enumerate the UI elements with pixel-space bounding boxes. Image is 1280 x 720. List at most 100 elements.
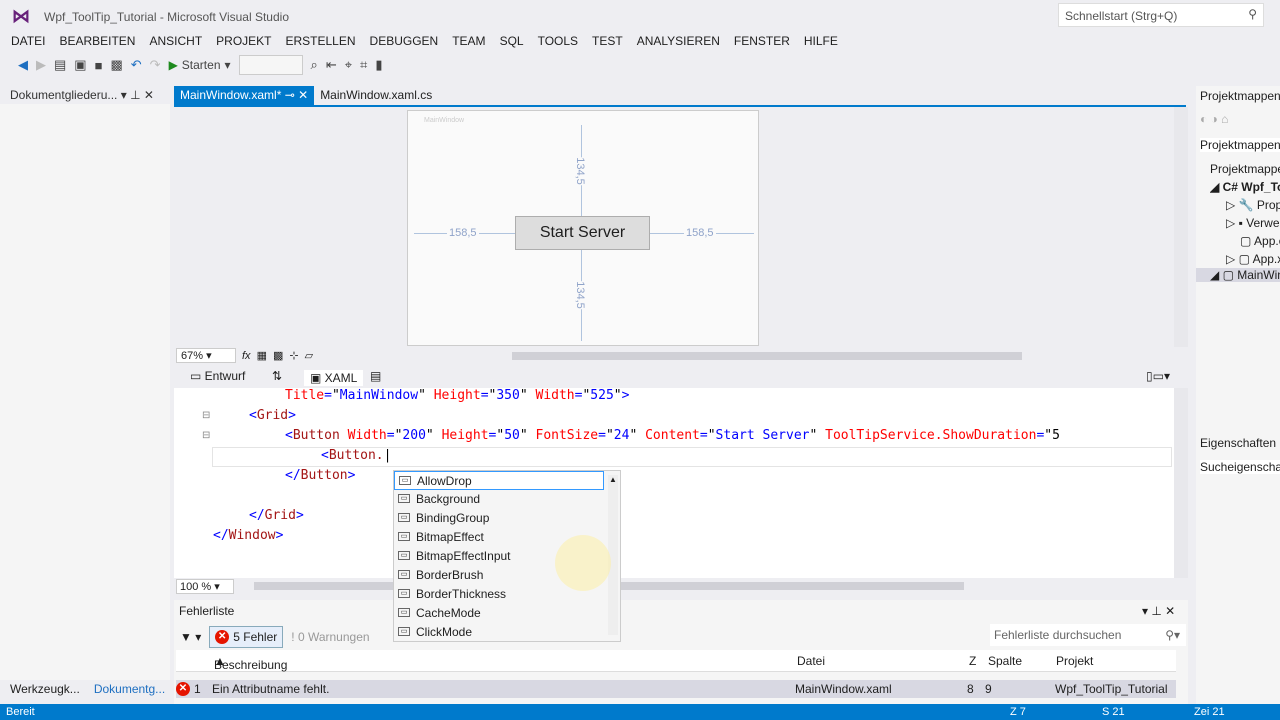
tab-document-outline[interactable]: Dokumentg... [94, 682, 165, 696]
design-surface[interactable]: MainWindow 158,5 158,5 134,5 134,5 Start… [174, 107, 1188, 347]
col-spalte[interactable]: Spalte [988, 654, 1022, 668]
col-beschreibung[interactable]: Beschreibung ▲ [214, 654, 287, 672]
fx-icon[interactable]: fx [242, 350, 251, 362]
document-outline-header: Dokumentgliederu... ▾ ⊥ ✕ [10, 88, 154, 102]
menu-datei[interactable]: DATEI [4, 32, 52, 50]
pin-icon[interactable]: ⊥ [130, 88, 140, 102]
code-line: </Grid> [249, 508, 304, 523]
error-row[interactable]: ✕ 1 Ein Attributname fehlt. MainWindow.x… [176, 680, 1176, 698]
menu-debuggen[interactable]: DEBUGGEN [363, 32, 446, 50]
filter-icon[interactable]: ▼ ▾ [180, 630, 201, 644]
tab-mainwindow-xaml-cs[interactable]: MainWindow.xaml.cs [314, 86, 438, 106]
designer-zoom-dropdown[interactable]: 67% ▾ [176, 348, 236, 363]
completion-item[interactable]: ▭ Background [394, 490, 620, 509]
swap-panes-icon[interactable]: ⇅ [272, 369, 282, 383]
completion-item[interactable]: ▭ CacheMode [394, 604, 620, 623]
error-list-search[interactable]: Fehlerliste durchsuchen ⚲▾ [990, 624, 1186, 646]
find-icon[interactable]: ⌕ [311, 57, 318, 73]
close-icon[interactable]: ✕ [144, 88, 154, 102]
annotation-icon[interactable]: ▱ [305, 349, 313, 362]
new-project-icon[interactable]: ▤ [54, 57, 66, 73]
menu-projekt[interactable]: PROJEKT [209, 32, 278, 50]
start-server-button-preview[interactable]: Start Server [515, 216, 650, 250]
tree-item-selected[interactable]: ◢ ▢ MainWindow.xaml [1196, 268, 1280, 282]
tab-xaml[interactable]: ▣ XAML [304, 370, 364, 386]
property-icon: ▭ [398, 589, 410, 598]
completion-item[interactable]: ▭ AllowDrop [394, 471, 604, 490]
tree-item[interactable]: ▷ ▢ App.xaml [1226, 252, 1280, 266]
save-all-icon[interactable]: ▩ [110, 57, 122, 73]
uncomment-icon[interactable]: ⌗ [360, 57, 367, 73]
pin-icon[interactable]: ⊸ [285, 88, 295, 102]
menu-analysieren[interactable]: ANALYSIEREN [630, 32, 727, 50]
left-bottom-tabs: Werkzeugk... Dokumentg... [10, 682, 165, 696]
window-title: Wpf_ToolTip_Tutorial - Microsoft Visual … [44, 10, 289, 24]
quick-launch-input[interactable]: Schnellstart (Strg+Q) ⚲ [1058, 3, 1264, 27]
column-label: Beschreibung [214, 658, 288, 672]
tree-item[interactable]: Projektmappe [1210, 162, 1280, 176]
tab-label: MainWindow.xaml.cs [320, 88, 433, 102]
solution-explorer-search[interactable]: Projektmappen-Explorer durchsuchen [1200, 138, 1280, 152]
tree-label: MainWindow.xaml [1237, 268, 1280, 282]
designer-vertical-scrollbar[interactable] [1174, 107, 1188, 347]
editor-zoom-dropdown[interactable]: 100 % ▾ [176, 579, 234, 594]
errors-filter-button[interactable]: ✕ 5 Fehler [209, 626, 284, 648]
property-icon: ▭ [398, 627, 410, 636]
editor-vertical-scrollbar[interactable] [1174, 388, 1188, 578]
menu-bearbeiten[interactable]: BEARBEITEN [52, 32, 142, 50]
zoom-value: 67% [181, 350, 204, 362]
xaml-editor[interactable]: Title="MainWindow" Height="350" Width="5… [174, 388, 1188, 578]
tab-entwurf[interactable]: ▭ Entwurf [190, 369, 245, 383]
error-list-header: Beschreibung ▲ Datei Z Spalte Projekt [176, 650, 1176, 672]
redo-icon[interactable]: ↷ [150, 57, 161, 73]
menu-fenster[interactable]: FENSTER [727, 32, 797, 50]
tab-mainwindow-xaml[interactable]: MainWindow.xaml* ⊸ ✕ [174, 86, 315, 106]
tree-item[interactable]: ◢ C# Wpf_ToolTip_Tutorial [1210, 180, 1280, 194]
snap-lines-icon[interactable]: ⊹ [289, 349, 298, 362]
close-icon[interactable]: ✕ [298, 88, 308, 102]
warnings-filter-button[interactable]: ! 0 Warnungen [291, 630, 369, 644]
error-list-window-controls[interactable]: ▾ ⊥ ✕ [1142, 604, 1175, 618]
tree-item[interactable]: ▷ 🔧 Properties [1226, 198, 1280, 212]
properties-search[interactable]: Sucheigenschaften [1200, 460, 1280, 474]
menu-bar: DATEI BEARBEITEN ANSICHT PROJEKT ERSTELL… [4, 32, 845, 50]
menu-erstellen[interactable]: ERSTELLEN [279, 32, 363, 50]
menu-hilfe[interactable]: HILFE [797, 32, 845, 50]
forward-icon[interactable]: ▶ [36, 57, 46, 73]
completion-label: Background [416, 492, 481, 506]
status-line: Z 7 [1010, 706, 1026, 718]
col-projekt[interactable]: Projekt [1056, 654, 1093, 668]
tab-toolbox[interactable]: Werkzeugk... [10, 682, 80, 696]
open-icon[interactable]: ▣ [74, 57, 86, 73]
code-line: <Grid> [249, 408, 296, 423]
snap-grid-icon[interactable]: ▩ [273, 349, 283, 362]
zoom-value: 100 % [180, 581, 212, 593]
collapse-icon[interactable]: ⊟ [202, 430, 210, 441]
grid-icon[interactable]: ▦ [257, 349, 267, 362]
tree-item[interactable]: ▢ App.config [1240, 234, 1280, 248]
tab-label: Entwurf [204, 369, 246, 383]
menu-sql[interactable]: SQL [493, 32, 531, 50]
undo-icon[interactable]: ↶ [131, 57, 142, 73]
solution-explorer-toolbar[interactable]: ◐ ◑ ⌂ [1200, 112, 1280, 126]
bookmark-icon[interactable]: ▮ [375, 57, 382, 73]
back-icon[interactable]: ◀ [18, 57, 28, 73]
completion-item[interactable]: ▭ ClickMode [394, 623, 620, 642]
collapse-pane-icon[interactable]: ▤ [370, 369, 381, 383]
menu-team[interactable]: TEAM [445, 32, 492, 50]
configuration-dropdown[interactable] [238, 55, 303, 75]
menu-tools[interactable]: TOOLS [531, 32, 585, 50]
col-datei[interactable]: Datei [797, 654, 825, 668]
completion-item[interactable]: ▭ BindingGroup [394, 509, 620, 528]
save-icon[interactable]: ■ [95, 58, 103, 73]
comment-icon[interactable]: ⌖ [345, 57, 352, 73]
col-z[interactable]: Z [969, 654, 976, 668]
start-button[interactable]: ▶ Starten ▾ [169, 58, 231, 72]
tree-item[interactable]: ▷ ▪ Verweise [1226, 216, 1280, 230]
indent-icon[interactable]: ⇤ [326, 57, 337, 73]
menu-test[interactable]: TEST [585, 32, 630, 50]
split-layout-icons[interactable]: ▯▭▾ [1146, 369, 1170, 383]
collapse-icon[interactable]: ⊟ [202, 410, 210, 421]
designer-horizontal-scrollbar[interactable] [512, 352, 1022, 360]
menu-ansicht[interactable]: ANSICHT [142, 32, 209, 50]
